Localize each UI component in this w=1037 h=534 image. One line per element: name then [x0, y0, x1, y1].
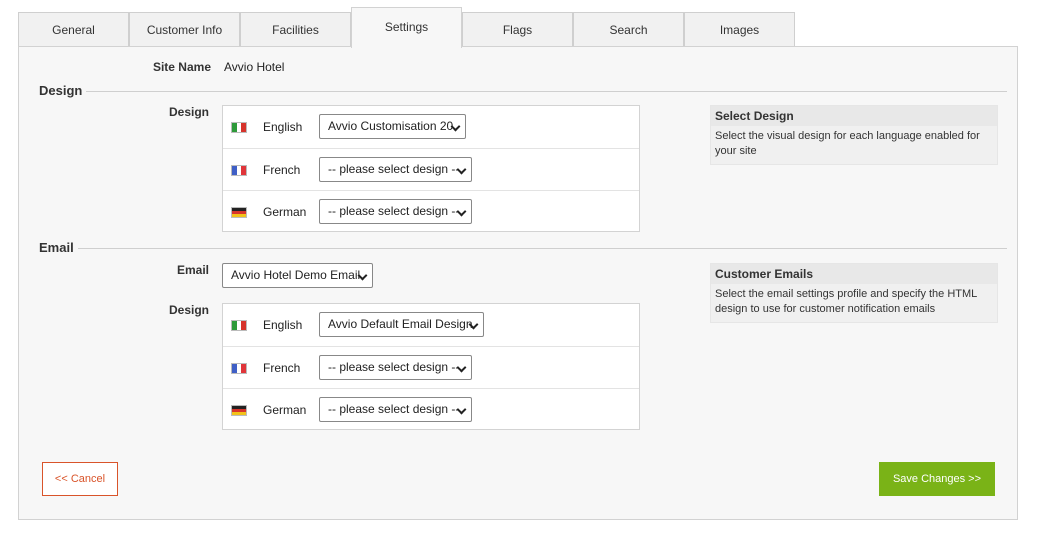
- help-title: Select Design: [711, 106, 997, 126]
- design-language-table: English Avvio Customisation 20 French --…: [222, 105, 640, 232]
- site-name-value: Avvio Hotel: [224, 60, 285, 74]
- design-section-divider: [27, 91, 1007, 92]
- site-name-label: Site Name: [152, 60, 211, 74]
- customer-emails-help-box: Customer Emails Select the email setting…: [710, 263, 998, 323]
- email-label: Email: [176, 263, 209, 277]
- design-row-french: French -- please select design --: [223, 148, 639, 190]
- email-section-divider: [27, 248, 1007, 249]
- tab-facilities[interactable]: Facilities: [240, 12, 351, 47]
- design-select-german[interactable]: -- please select design --: [319, 199, 472, 224]
- email-design-language-table: English Avvio Default Email Design Frenc…: [222, 303, 640, 430]
- tab-general[interactable]: General: [18, 12, 129, 47]
- email-design-row-english: English Avvio Default Email Design: [223, 304, 639, 346]
- france-flag-icon: [231, 165, 247, 176]
- save-changes-button[interactable]: Save Changes >>: [879, 462, 995, 496]
- language-name: French: [263, 361, 301, 375]
- email-design-row-french: French -- please select design --: [223, 346, 639, 388]
- cancel-button[interactable]: << Cancel: [42, 462, 118, 496]
- email-design-select-english[interactable]: Avvio Default Email Design: [319, 312, 484, 337]
- tab-flags[interactable]: Flags: [462, 12, 573, 47]
- tab-search[interactable]: Search: [573, 12, 684, 47]
- email-design-select-german[interactable]: -- please select design --: [319, 397, 472, 422]
- settings-panel: Site Name Avvio Hotel Design Design Engl…: [18, 46, 1018, 520]
- design-section-title: Design: [27, 83, 87, 98]
- italy-flag-icon: [231, 122, 247, 133]
- email-design-select-french[interactable]: -- please select design --: [319, 355, 472, 380]
- email-section-title: Email: [27, 240, 78, 255]
- email-design-label: Design: [168, 303, 209, 317]
- germany-flag-icon: [231, 405, 247, 416]
- tab-images[interactable]: Images: [684, 12, 795, 47]
- italy-flag-icon: [231, 320, 247, 331]
- design-label: Design: [168, 105, 209, 119]
- language-name: English: [263, 318, 303, 332]
- tab-bar: General Customer Info Facilities Setting…: [18, 7, 818, 48]
- france-flag-icon: [231, 363, 247, 374]
- help-text: Select the visual design for each langua…: [715, 130, 980, 157]
- design-select-english[interactable]: Avvio Customisation 20: [319, 114, 466, 139]
- design-row-english: English Avvio Customisation 20: [223, 106, 639, 148]
- language-name: German: [263, 205, 307, 219]
- tab-settings[interactable]: Settings: [351, 7, 462, 48]
- design-select-french[interactable]: -- please select design --: [319, 157, 472, 182]
- language-name: English: [263, 120, 303, 134]
- email-profile-select[interactable]: Avvio Hotel Demo Email: [222, 263, 373, 288]
- language-name: French: [263, 163, 301, 177]
- help-title: Customer Emails: [711, 264, 997, 284]
- help-text: Select the email settings profile and sp…: [715, 288, 977, 315]
- tab-customer-info[interactable]: Customer Info: [129, 12, 240, 47]
- language-name: German: [263, 403, 307, 417]
- design-row-german: German -- please select design --: [223, 190, 639, 232]
- select-design-help-box: Select Design Select the visual design f…: [710, 105, 998, 165]
- email-design-row-german: German -- please select design --: [223, 388, 639, 430]
- germany-flag-icon: [231, 207, 247, 218]
